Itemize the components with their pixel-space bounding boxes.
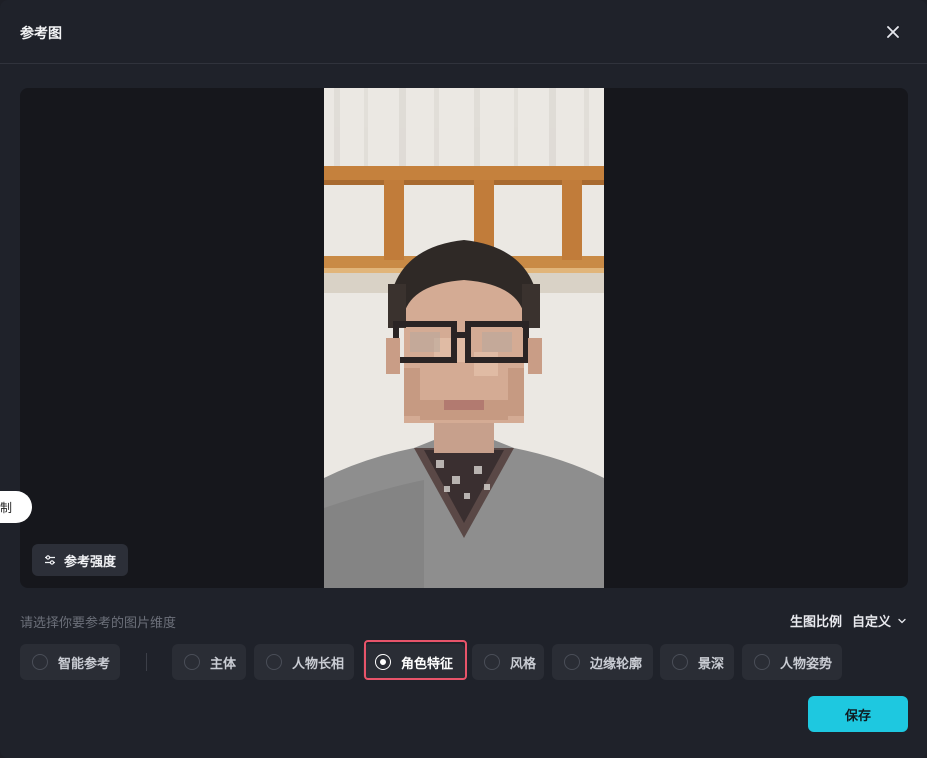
radio-icon — [672, 654, 688, 670]
option-depth-of-field[interactable]: 景深 — [660, 644, 734, 680]
reference-image-dialog: 参考图 参考强度 制 请选择你要参考的图片维度 生图比例 自定义 智能参考 主体… — [0, 0, 927, 758]
reference-photo — [324, 88, 604, 588]
reference-strength-label: 参考强度 — [64, 554, 117, 570]
option-label: 角色特征 — [401, 656, 454, 672]
side-pill-label: 制 — [0, 500, 12, 515]
save-button[interactable]: 保存 — [808, 696, 908, 732]
chevron-down-icon — [898, 618, 906, 623]
image-preview-area: 参考强度 — [20, 88, 908, 588]
option-style[interactable]: 风格 — [472, 644, 544, 680]
dimension-prompt: 请选择你要参考的图片维度 — [20, 616, 177, 631]
radio-selected-icon — [375, 654, 391, 670]
side-pill-button[interactable]: 制 — [0, 491, 32, 523]
aspect-ratio-value: 自定义 — [851, 615, 891, 630]
aspect-ratio-label: 生图比例 — [789, 615, 842, 630]
close-icon — [887, 26, 899, 38]
options-divider — [146, 653, 147, 671]
option-label: 人物长相 — [292, 656, 345, 672]
radio-icon — [184, 654, 200, 670]
option-label: 人物姿势 — [780, 656, 833, 672]
option-label: 边缘轮廓 — [590, 656, 643, 672]
option-edge-outline[interactable]: 边缘轮廓 — [552, 644, 653, 680]
reference-strength-button[interactable]: 参考强度 — [32, 544, 129, 576]
option-label: 主体 — [210, 656, 237, 672]
dialog-header: 参考图 — [0, 0, 927, 64]
option-face[interactable]: 人物长相 — [254, 644, 354, 680]
radio-icon — [32, 654, 48, 670]
option-smart-reference[interactable]: 智能参考 — [20, 644, 120, 680]
aspect-ratio-selector[interactable]: 生图比例 自定义 — [790, 611, 907, 630]
radio-icon — [266, 654, 282, 670]
option-character-features[interactable]: 角色特征 — [363, 644, 465, 680]
radio-icon — [564, 654, 580, 670]
option-label: 智能参考 — [58, 656, 111, 672]
radio-icon — [754, 654, 770, 670]
dialog-title: 参考图 — [20, 26, 62, 42]
option-label: 风格 — [510, 656, 537, 672]
option-label: 景深 — [698, 656, 725, 672]
close-button[interactable] — [883, 22, 903, 42]
sliders-icon — [45, 555, 55, 565]
option-subject[interactable]: 主体 — [172, 644, 246, 680]
radio-icon — [484, 654, 500, 670]
option-pose[interactable]: 人物姿势 — [742, 644, 842, 680]
